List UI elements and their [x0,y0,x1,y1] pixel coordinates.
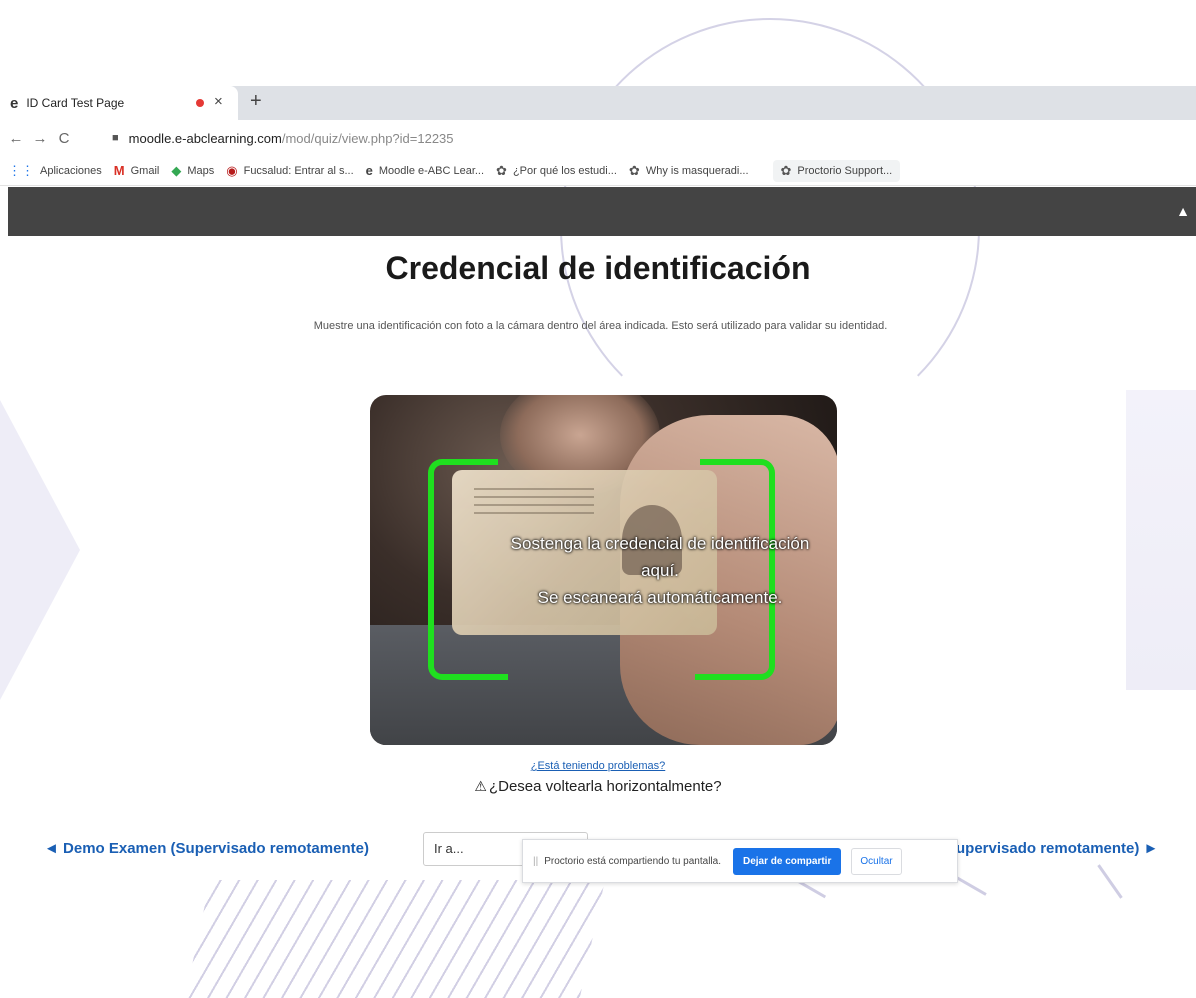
overlay-line-1: Sostenga la credencial de identificación [510,534,810,553]
scan-frame-corner [700,459,775,519]
decorative-dash [1097,864,1123,899]
back-icon[interactable]: ← [8,130,24,147]
address-bar: ← → C ■ moodle.e-abclearning.com/mod/qui… [0,120,1196,156]
page-title: Credencial de identificación [385,250,811,286]
reload-icon[interactable]: C [56,130,72,147]
url-path: /mod/quiz/view.php?id=12235 [281,130,454,146]
scan-frame-corner [695,610,775,680]
bookmark-maps[interactable]: ◆ Maps [171,163,214,179]
browser-tab[interactable]: e ID Card Test Page × [0,86,238,120]
close-tab-icon[interactable]: × [214,93,223,110]
overlay-line-3: Se escaneará automáticamente. [537,588,783,607]
bookmark-apps[interactable]: ⋮⋮ Aplicaciones [8,163,102,179]
lock-icon[interactable]: ■ [112,132,119,144]
proctorio-icon: ✿ [780,162,792,178]
screen-share-bar: || Proctorio está compartiendo tu pantal… [522,839,958,883]
bookmark-label: Maps [187,164,215,177]
bookmark-label: Moodle e-ABC Lear... [378,164,485,177]
new-tab-button[interactable]: + [250,90,262,113]
site-header: ▲ [8,187,1196,236]
gmail-icon: M [113,163,125,178]
bookmarks-bar: ⋮⋮ Aplicaciones M Gmail ◆ Maps ◉ Fucsalu… [0,156,1196,186]
bookmark-gmail[interactable]: M Gmail [114,163,160,178]
recording-indicator-icon [196,99,204,107]
flip-horizontal-toggle[interactable]: ⚠ ¿Desea voltearla horizontalmente? [0,778,1196,795]
url-host: moodle.e-abclearning.com [128,130,282,146]
next-activity-link[interactable]: upervisado remotamente) ► [956,840,1158,857]
scan-frame-side [428,515,434,615]
fucsalud-icon: ◉ [226,162,238,178]
overlay-line-2: aquí. [641,561,679,580]
warning-icon: ⚠ [474,778,487,794]
bookmark-masquerading[interactable]: ✿ Why is masqueradi... [629,163,749,179]
proctorio-icon: ✿ [628,162,640,178]
bookmark-label: Fucsalud: Entrar al s... [243,164,354,177]
bookmark-label: Aplicaciones [40,164,102,177]
previous-activity-link[interactable]: ◄ Demo Examen (Supervisado remotamente) [44,840,369,857]
decorative-stripes [185,880,605,998]
browser-tab-bar: e ID Card Test Page × + [0,86,1196,120]
stop-sharing-button[interactable]: Dejar de compartir [732,847,842,875]
apps-grid-icon: ⋮⋮ [8,162,34,178]
instructions-text: Muestre una identificación con foto a la… [313,320,888,332]
scan-instructions-overlay: Sostenga la credencial de identificación… [470,530,837,611]
drag-handle-icon[interactable]: || [533,856,538,867]
having-trouble-link[interactable]: ¿Está teniendo problemas? [0,760,1196,772]
scan-frame-corner [428,610,508,680]
notification-bell-icon[interactable]: ▲ [1176,203,1190,219]
flip-question-label: ¿Desea voltearla horizontalmente? [488,778,722,795]
decorative-wedge-right [1126,390,1196,690]
bookmark-fucsalud[interactable]: ◉ Fucsalud: Entrar al s... [226,163,353,179]
decorative-wedge-left [0,400,80,700]
proctorio-icon: ✿ [496,162,507,178]
bookmark-label: Gmail [130,164,160,177]
bookmark-proctorio-support[interactable]: ✿ Proctorio Support... [772,159,901,182]
hide-button[interactable]: Ocultar [851,847,902,875]
bookmark-por-que[interactable]: ✿ ¿Por qué los estudi... [496,163,617,179]
site-favicon-icon: e [10,94,19,112]
moodle-icon: e [365,163,373,178]
bookmark-label: Proctorio Support... [797,164,893,177]
screen-share-message: Proctorio está compartiendo tu pantalla. [544,855,721,867]
webcam-preview: Sostenga la credencial de identificación… [370,395,837,745]
bookmark-label: Why is masqueradi... [645,164,749,177]
url-field[interactable]: moodle.e-abclearning.com/mod/quiz/view.p… [129,131,454,146]
bookmark-label: ¿Por qué los estudi... [512,164,617,177]
scan-frame-corner [428,459,498,519]
tab-title: ID Card Test Page [26,96,125,110]
maps-icon: ◆ [171,162,182,178]
forward-icon[interactable]: → [32,130,48,147]
bookmark-moodle[interactable]: e Moodle e-ABC Lear... [366,163,484,178]
